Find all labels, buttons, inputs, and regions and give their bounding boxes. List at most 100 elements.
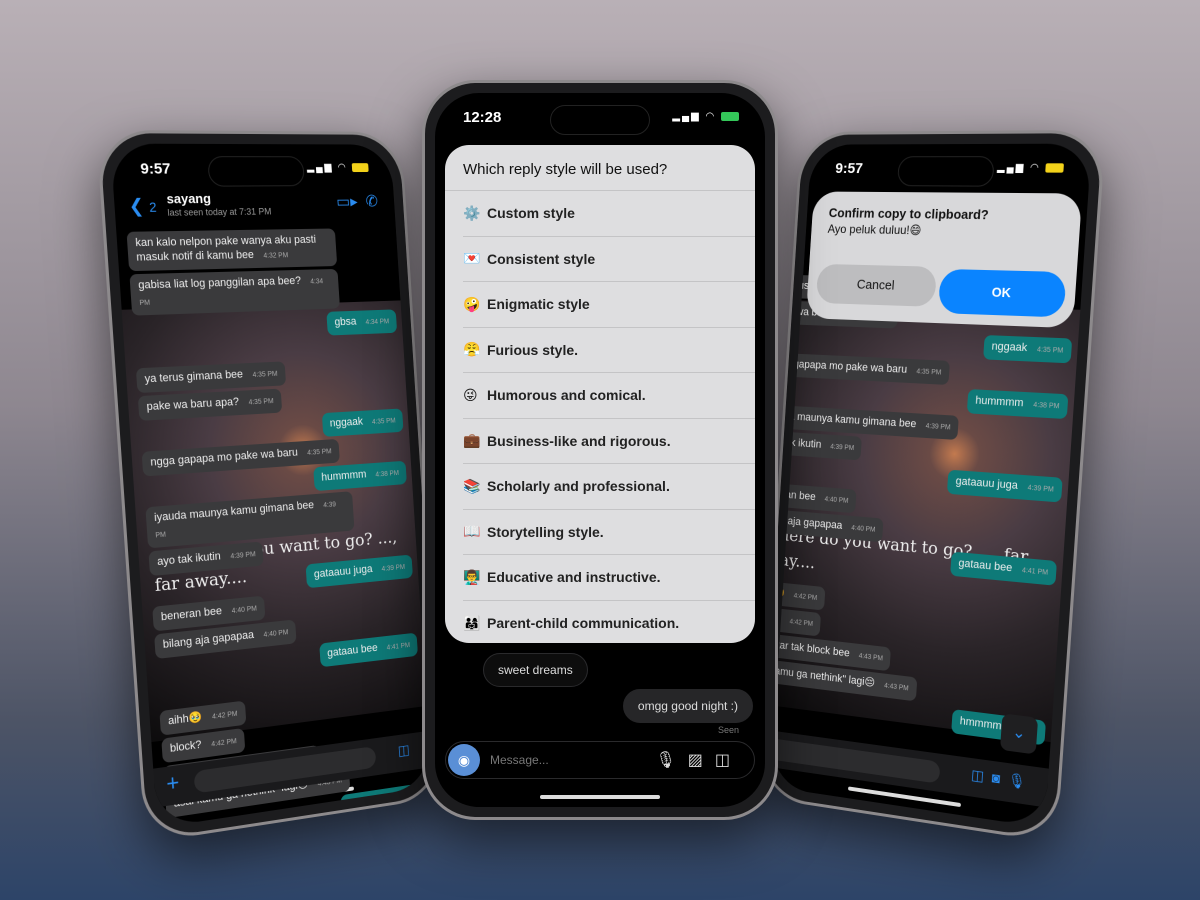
- contact-name[interactable]: sayang: [166, 191, 211, 207]
- message-input[interactable]: Message...: [490, 753, 549, 767]
- status-icons: ▂▄▆ ◠: [672, 111, 739, 122]
- message-text: aihh🥹: [167, 710, 203, 728]
- message-time: 4:39 PM: [829, 443, 855, 453]
- back-button[interactable]: ❮ 2: [128, 195, 157, 217]
- reply-style-option[interactable]: 😜 Humorous and comical.: [463, 373, 755, 419]
- message-bubble[interactable]: kan kalo nelpon pake wanya aku pasti mas…: [126, 228, 338, 272]
- message-time: 4:34 PM: [365, 318, 390, 327]
- gallery-icon[interactable]: ▨: [688, 752, 715, 769]
- outgoing-message[interactable]: omgg good night :): [622, 689, 753, 723]
- message-bubble[interactable]: ya terus gimana bee 4:35 PM: [135, 361, 286, 394]
- dialog-title: Confirm copy to clipboard?: [828, 205, 990, 223]
- option-icon: 💌: [463, 250, 481, 267]
- camera-icon[interactable]: ◙: [991, 769, 1008, 787]
- option-icon: 📖: [463, 523, 481, 540]
- message-bubble[interactable]: beneran bee 4:40 PM: [770, 481, 857, 514]
- right-phone: 9:57 ▂▄▆ ◠ -Where do you want to go? ...…: [757, 129, 1107, 844]
- battery-icon: [721, 111, 739, 121]
- message-bubble[interactable]: aihh🥹4:42 PM: [770, 579, 826, 611]
- battery-icon: [1045, 163, 1064, 173]
- message-time: 4:42 PM: [211, 738, 237, 749]
- dialog-message: Ayo peluk duluu!😄: [827, 221, 922, 238]
- scroll-down-button[interactable]: ⌄: [999, 713, 1039, 755]
- message-time: 4:39 PM: [230, 551, 256, 561]
- reply-style-option[interactable]: 👨‍🏫 Educative and instructive.: [463, 555, 755, 601]
- incoming-message[interactable]: sweet dreams: [483, 653, 588, 687]
- center-phone: 12:28 ▂▄▆ ◠ Which reply style will be us…: [422, 80, 778, 820]
- message-bubble[interactable]: hummmm 4:38 PM: [313, 460, 407, 492]
- message-row: kan kalo nelpon pake wanya aku pasti mas…: [126, 228, 393, 272]
- video-call-icon[interactable]: ▭▸: [336, 194, 358, 211]
- whatsapp-chat-screen: 9:57 ▂▄▆ ◠ -Where do you want to go? ...…: [110, 143, 432, 828]
- seen-status: Seen: [717, 725, 739, 735]
- microphone-icon[interactable]: 🎙: [1008, 771, 1035, 791]
- cancel-button[interactable]: Cancel: [815, 263, 938, 307]
- camera-icon[interactable]: ◉: [448, 744, 480, 776]
- message-text: nggaak: [991, 340, 1028, 355]
- status-time: 9:57: [834, 160, 864, 178]
- message-time: 4:42 PM: [211, 710, 238, 721]
- option-icon: 📚: [463, 477, 481, 494]
- message-time: 4:35 PM: [916, 368, 942, 377]
- reply-style-option[interactable]: 💼 Business-like and rigorous.: [463, 419, 755, 464]
- message-time: 4:40 PM: [824, 496, 849, 505]
- sticker-icon[interactable]: ◫: [715, 752, 742, 769]
- microphone-icon[interactable]: 🎙: [655, 752, 687, 769]
- message-text: gabisa liat log panggilan apa bee?: [137, 274, 302, 292]
- message-time: 4:40 PM: [851, 524, 876, 534]
- message-text: hummmm: [975, 394, 1024, 410]
- option-label: Educative and instructive.: [487, 569, 661, 586]
- message-time: 4:43 PM: [883, 682, 909, 693]
- option-icon: 💼: [463, 432, 481, 449]
- message-time: 4:35 PM: [1036, 346, 1064, 355]
- message-text: block?: [169, 738, 202, 755]
- message-time: 4:42 PM: [793, 592, 818, 602]
- dynamic-island: [896, 156, 995, 187]
- reply-style-option[interactable]: 👨‍👩‍👧 Parent-child communication.: [463, 601, 755, 644]
- message-bubble[interactable]: gabisa liat log panggilan apa bee? 4:34 P…: [129, 268, 341, 316]
- chevron-down-icon: ⌄: [1011, 723, 1027, 743]
- option-icon: ⚙️: [463, 204, 481, 221]
- option-label: Scholarly and professional.: [487, 478, 670, 495]
- status-time: 12:28: [463, 109, 502, 126]
- message-bubble[interactable]: nggaak 4:35 PM: [982, 335, 1073, 364]
- reply-style-option[interactable]: 😤 Furious style.: [463, 328, 755, 373]
- option-label: Enigmatic style: [487, 296, 590, 313]
- message-time: 4:38 PM: [1033, 401, 1060, 411]
- message-row: gabisa liat log panggilan apa bee? 4:34 P…: [129, 268, 395, 316]
- message-bubble[interactable]: gbsa 4:34 PM: [326, 309, 398, 336]
- unread-count: 2: [148, 199, 158, 215]
- message-bubble[interactable]: nggaak 4:35 PM: [321, 408, 404, 437]
- message-time: 4:39 PM: [925, 422, 951, 432]
- option-label: Storytelling style.: [487, 523, 604, 540]
- message-time: 4:35 PM: [371, 417, 396, 426]
- message-time: 4:43 PM: [396, 792, 421, 803]
- status-time: 9:57: [139, 160, 172, 178]
- reply-style-option[interactable]: 💌 Consistent style: [463, 237, 755, 282]
- phone-call-icon[interactable]: ✆: [365, 194, 378, 211]
- message-bubble[interactable]: hummmm 4:38 PM: [966, 389, 1069, 420]
- message-text: ngga gapapa mo pake wa baru: [770, 357, 908, 376]
- sticker-icon[interactable]: ◫: [971, 766, 993, 785]
- left-phone: 9:57 ▂▄▆ ◠ -Where do you want to go? ...…: [95, 129, 445, 844]
- message-text: bilang aja gapapaa: [770, 513, 843, 532]
- message-bubble[interactable]: gataau bee 4:41 PM: [949, 551, 1057, 586]
- sticker-icon[interactable]: ◫: [397, 740, 417, 758]
- ok-button[interactable]: OK: [937, 268, 1067, 318]
- reply-style-option[interactable]: 🤪 Enigmatic style: [463, 282, 755, 328]
- message-text: gataau bee: [326, 641, 379, 660]
- message-text: hmmmm: [959, 715, 1002, 733]
- reply-style-option[interactable]: ⚙️ Custom style: [463, 191, 755, 237]
- plus-icon[interactable]: +: [165, 769, 180, 797]
- message-time: 4:35 PM: [252, 370, 278, 379]
- reply-style-option[interactable]: 📚 Scholarly and professional.: [463, 464, 755, 510]
- message-bubble[interactable]: ayo tak ikutin4:39 PM: [770, 430, 863, 461]
- message-text: gataau bee: [958, 557, 1013, 575]
- reply-style-option[interactable]: 📖 Storytelling style.: [463, 510, 755, 555]
- dynamic-island: [207, 156, 306, 187]
- message-text: gataauu juga: [313, 563, 373, 581]
- battery-icon: [351, 163, 369, 172]
- message-text: bilang aja gapapaa: [162, 628, 255, 652]
- message-text: hummmm: [321, 468, 367, 484]
- message-text: gbsa: [334, 315, 357, 329]
